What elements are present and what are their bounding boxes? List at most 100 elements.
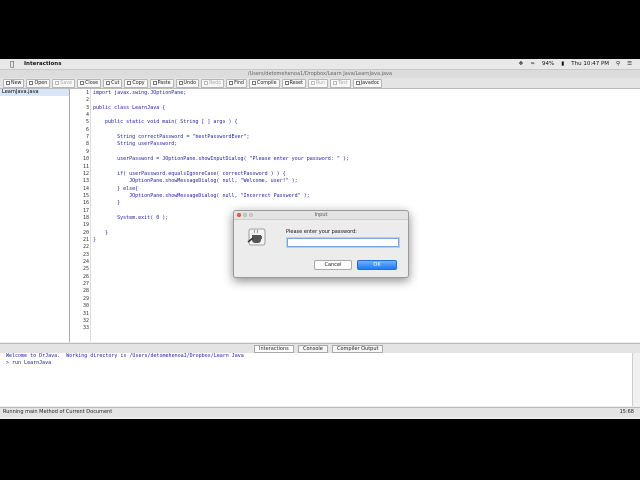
code-line: userPassword = JOptionPane.showInputDial…	[93, 156, 349, 163]
line-number: 27	[82, 281, 89, 288]
toolbar-button-undo[interactable]: Undo	[175, 78, 200, 88]
tab-console[interactable]: Console	[298, 345, 328, 353]
search-icon[interactable]: ⚲	[616, 61, 620, 67]
toolbar-button-close[interactable]: Close	[77, 78, 102, 88]
line-number: 15	[82, 192, 89, 199]
password-input[interactable]	[287, 238, 399, 247]
dropbox-icon[interactable]: ❖	[518, 61, 523, 67]
toolbar-button-label: Undo	[183, 80, 197, 86]
line-number: 7	[85, 134, 89, 141]
tab-compiler-output[interactable]: Compiler Output	[332, 345, 384, 353]
toolbar-button-label: Copy	[132, 80, 145, 86]
toolbar-button-find[interactable]: Find	[226, 78, 247, 88]
toolbar-button-label: Find	[234, 80, 244, 86]
code-line: System.exit( 0 );	[93, 214, 169, 221]
code-line: }	[93, 229, 109, 236]
javadoc-icon	[355, 81, 360, 85]
input-dialog: Input Please enter your password: Cancel…	[233, 210, 409, 278]
code-line: String correctPassword = "bestPasswordEv…	[93, 134, 250, 141]
toolbar-button-label: New	[11, 80, 22, 86]
wifi-icon[interactable]: ≈	[530, 61, 535, 67]
line-number: 24	[82, 259, 89, 266]
toolbar-button-new[interactable]: New	[3, 78, 25, 88]
reset-icon	[284, 81, 289, 85]
minimize-icon[interactable]	[243, 213, 247, 217]
line-number: 11	[82, 163, 89, 170]
file-item[interactable]: LearnJava.java	[0, 89, 69, 96]
line-number: 22	[82, 244, 89, 251]
copy-icon	[127, 81, 132, 85]
line-number: 20	[82, 229, 89, 236]
interactions-line: > run LearnJava	[6, 360, 52, 366]
line-number: 32	[82, 317, 89, 324]
maximize-icon[interactable]	[249, 213, 253, 217]
code-line: }	[93, 200, 121, 207]
toolbar: New Open Save Close Cut Copy Paste Undo Redo Find…	[0, 78, 640, 89]
code-line: JOptionPane.showMessageDialog( null, "We…	[93, 178, 298, 185]
code-line: } else{	[93, 185, 139, 192]
screen:  Interactions ❖ ≈ 94% ▮ Thu 10:47 PM ⚲ …	[0, 59, 640, 419]
line-number: 8	[85, 141, 89, 148]
interactions-pane[interactable]: Welcome to DrJava. Working directory is …	[0, 353, 632, 406]
cancel-button[interactable]: Cancel	[314, 260, 352, 270]
window-title: /Users/detomehenoa1/Dropbox/Learn Java/L…	[0, 70, 640, 78]
line-number: 33	[82, 325, 89, 332]
app-name[interactable]: Interactions	[24, 61, 62, 67]
toolbar-button-label: Paste	[157, 80, 171, 86]
code-line: public static void main( String [ ] args…	[93, 119, 238, 126]
code-line: }	[93, 237, 97, 243]
line-number: 5	[85, 119, 89, 126]
toolbar-button-copy[interactable]: Copy	[124, 78, 148, 88]
ok-button[interactable]: OK	[357, 260, 397, 270]
line-number: 28	[82, 288, 89, 295]
toolbar-button-reset[interactable]: Reset	[281, 78, 306, 88]
toolbar-button-label: Run	[316, 80, 326, 86]
status-message: Running main Method of Current Document	[3, 409, 113, 415]
line-number: 9	[85, 148, 89, 155]
code-line: public class LearnJava {	[93, 104, 166, 111]
java-cup-icon	[247, 228, 266, 246]
toolbar-button-redo[interactable]: Redo	[201, 78, 225, 88]
toolbar-button-compile[interactable]: Compile	[248, 78, 280, 88]
undo-icon	[178, 81, 183, 85]
apple-icon[interactable]: 	[10, 60, 14, 68]
line-number: 29	[82, 295, 89, 302]
toolbar-button-save[interactable]: Save	[52, 78, 76, 88]
tab-interactions[interactable]: Interactions	[254, 345, 294, 353]
toolbar-button-run[interactable]: Run	[308, 78, 329, 88]
line-number: 25	[82, 266, 89, 273]
toolbar-button-label: Compile	[256, 80, 277, 86]
battery-icon[interactable]: ▮	[561, 61, 564, 67]
run-icon	[311, 81, 315, 85]
line-number: 23	[82, 251, 89, 258]
save-icon	[55, 81, 60, 85]
line-number: 12	[82, 170, 89, 177]
find-icon	[229, 81, 234, 85]
line-number: 18	[82, 214, 89, 221]
toolbar-button-open[interactable]: Open	[26, 78, 51, 88]
line-number: 14	[82, 185, 89, 192]
close-icon[interactable]	[237, 213, 241, 217]
code-line: import javax.swing.JOptionPane;	[93, 90, 187, 96]
new-icon	[6, 81, 10, 85]
toolbar-button-label: Reset	[289, 80, 303, 86]
line-number: 16	[82, 200, 89, 207]
line-number: 21	[82, 237, 89, 243]
line-number: 31	[82, 310, 89, 317]
dialog-title: Input	[234, 211, 408, 220]
line-number: 26	[82, 273, 89, 280]
line-number: 13	[82, 178, 89, 185]
menu-list-icon[interactable]: ☰	[627, 61, 632, 67]
cursor-position: 15:68	[619, 409, 634, 415]
toolbar-button-label: Save	[60, 80, 73, 86]
toolbar-button-cut[interactable]: Cut	[103, 78, 123, 88]
file-list: LearnJava.java	[0, 89, 70, 342]
line-number: 2	[85, 97, 89, 104]
interactions-scrollbar[interactable]	[632, 353, 640, 406]
toolbar-button-javadoc[interactable]: Javadoc	[352, 78, 383, 88]
toolbar-button-test[interactable]: Test	[330, 78, 351, 88]
toolbar-button-label: Javadoc	[360, 80, 380, 86]
clock[interactable]: Thu 10:47 PM	[571, 61, 609, 67]
line-number: 19	[82, 222, 89, 229]
toolbar-button-paste[interactable]: Paste	[149, 78, 174, 88]
